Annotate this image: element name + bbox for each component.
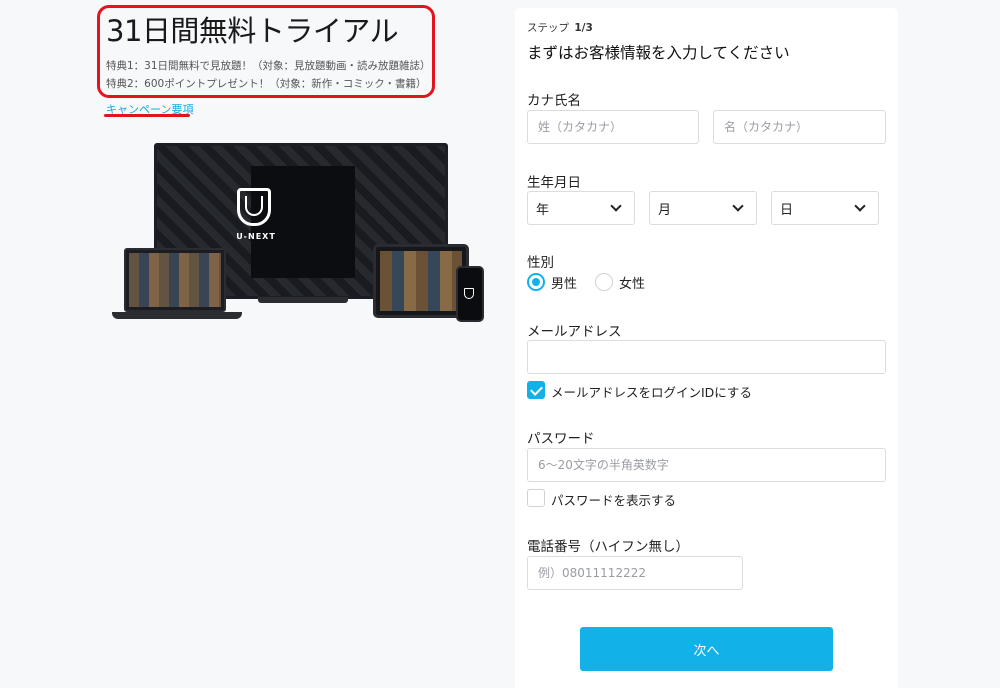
kana-name-label: カナ氏名 [527, 93, 581, 109]
email-as-login-label[interactable]: メールアドレスをログインIDにする [551, 382, 752, 401]
step-label: ステップ [527, 22, 569, 34]
tablet-screen [373, 244, 469, 318]
birthdate-label: 生年月日 [527, 175, 581, 191]
email-label: メールアドレス [527, 324, 622, 340]
laptop-thumbnails [129, 253, 221, 307]
phone-label: 電話番号（ハイフン無し） [527, 539, 689, 555]
phone-input[interactable] [527, 556, 743, 590]
birth-month-select[interactable]: 月 [649, 191, 757, 225]
chevron-down-icon [854, 200, 866, 212]
laptop-base [112, 312, 242, 319]
benefit-1-text: 特典1：31日間無料で見放題！（対象：見放題動画・読み放題雑誌） [106, 60, 431, 72]
unext-logo-inner-icon [245, 196, 263, 216]
kana-last-name-input[interactable] [527, 110, 699, 144]
gender-male-radio[interactable] [527, 273, 545, 291]
email-as-login-checkbox[interactable] [527, 381, 545, 399]
gender-label: 性別 [527, 255, 554, 271]
birth-year-value: 年 [536, 202, 550, 218]
form-heading: まずはお客様情報を入力してください [527, 44, 790, 62]
chevron-down-icon [610, 200, 622, 212]
chevron-down-icon [732, 200, 744, 212]
kana-first-name-input[interactable] [713, 110, 886, 144]
password-label: パスワード [527, 431, 595, 447]
birth-month-value: 月 [658, 202, 672, 218]
tablet-thumbnails [380, 251, 462, 311]
birth-day-select[interactable]: 日 [771, 191, 879, 225]
benefit-2-text: 特典2：600ポイントプレゼント！（対象：新作・コミック・書籍） [106, 78, 427, 90]
show-password-label[interactable]: パスワードを表示する [551, 490, 676, 509]
show-password-checkbox[interactable] [527, 489, 545, 507]
birth-day-value: 日 [780, 202, 794, 218]
gender-female-label[interactable]: 女性 [619, 273, 645, 292]
phone-logo-icon [464, 288, 474, 299]
step-indicator: ステップ 1/3 [527, 20, 593, 35]
tv-center-panel [251, 166, 355, 278]
campaign-title: 31日間無料トライアル [106, 14, 399, 48]
campaign-section: 31日間無料トライアル 特典1：31日間無料で見放題！（対象：見放題動画・読み放… [0, 0, 500, 688]
email-input[interactable] [527, 340, 886, 374]
gender-male-label[interactable]: 男性 [551, 273, 577, 292]
tv-stand [258, 297, 348, 303]
tv-brand-text: U-NEXT [236, 232, 276, 241]
laptop-screen [124, 248, 226, 312]
next-button[interactable]: 次へ [580, 627, 833, 671]
gender-female-radio[interactable] [595, 273, 613, 291]
devices-illustration: U-NEXT [108, 140, 488, 330]
birth-year-select[interactable]: 年 [527, 191, 635, 225]
password-input[interactable] [527, 448, 886, 482]
highlight-underline [104, 114, 190, 117]
step-value: 1/3 [574, 22, 593, 34]
